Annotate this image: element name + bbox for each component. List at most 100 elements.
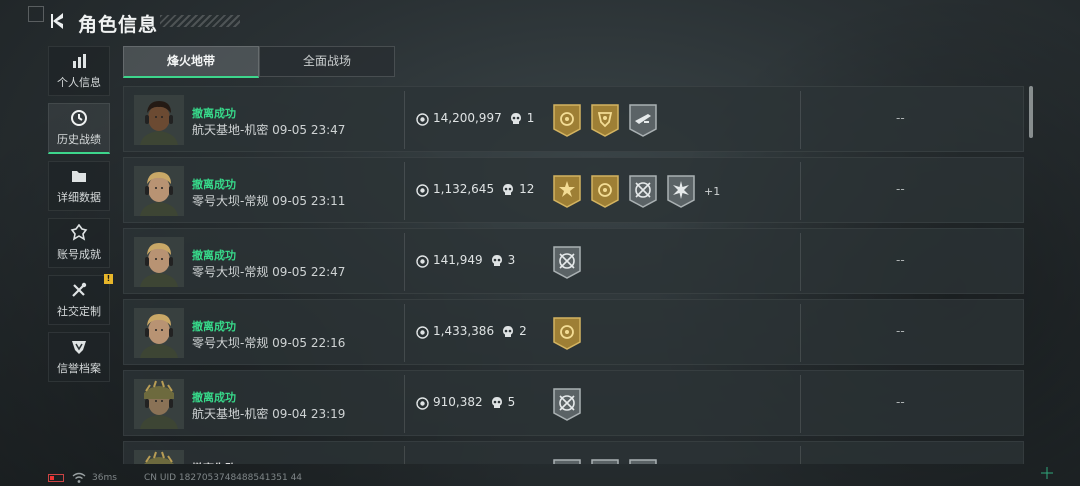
result-placeholder: -- <box>896 111 905 125</box>
coin-icon <box>416 255 429 268</box>
loot-value: 910,382 <box>433 395 483 409</box>
column-divider <box>800 375 801 433</box>
clock-icon <box>71 110 87 126</box>
match-time: 09-05 23:11 <box>272 194 346 208</box>
map-and-time: 航天基地-机密 09-05 23:47 <box>192 121 345 138</box>
match-record-row[interactable]: 撤离成功 零号大坝-常规 09-05 22:16 1,433,386 2 -- <box>123 299 1024 365</box>
coin-icon <box>416 326 429 339</box>
column-divider <box>800 91 801 149</box>
skull-icon <box>491 397 502 408</box>
map-and-time: 航天基地-机密 09-04 23:19 <box>192 405 345 422</box>
gold-shield-medal-icon[interactable] <box>590 103 620 137</box>
shield-icon <box>72 341 86 354</box>
sidebar-item-label: 账号成就 <box>57 248 101 261</box>
operator-avatar <box>134 379 184 429</box>
bar-chart-icon <box>73 54 86 68</box>
medal-list: +1 <box>552 173 720 209</box>
column-divider <box>404 91 405 149</box>
match-record-row[interactable]: 撤离成功 零号大坝-常规 09-05 23:11 1,132,645 12 +1 -- <box>123 157 1024 223</box>
tab-hazard-zone[interactable]: 烽火地带 <box>123 46 259 78</box>
match-record-row[interactable]: 撤离成功 航天基地-机密 09-05 23:47 14,200,997 1 -- <box>123 86 1024 152</box>
column-divider <box>404 446 405 464</box>
map-and-time: 零号大坝-常规 09-05 22:16 <box>192 334 345 351</box>
column-divider <box>800 304 801 362</box>
sidebar-item-detailed-data[interactable]: 详细数据 <box>48 161 110 211</box>
map-name: 航天基地-机密 <box>192 123 269 137</box>
extraction-status: 撤离成功 <box>192 178 236 191</box>
kill-count: 1 <box>526 111 535 125</box>
emblem-icon <box>70 224 88 241</box>
sidebar-item-achievements[interactable]: 账号成就 <box>48 218 110 268</box>
operator-avatar <box>134 95 184 145</box>
loot-value: 141,949 <box>433 253 483 267</box>
match-record-row[interactable]: 撤离失败 <box>123 441 1024 464</box>
kill-count: 5 <box>507 395 516 409</box>
match-time: 09-05 23:47 <box>272 123 346 137</box>
ping-readout: 36ms <box>92 473 117 483</box>
sidebar-item-history[interactable]: 历史战绩 <box>48 103 110 154</box>
tab-full-battlefield[interactable]: 全面战场 <box>259 46 395 77</box>
medal-list <box>552 386 590 422</box>
sidebar-item-label: 社交定制 <box>57 305 101 318</box>
match-record-row[interactable]: 撤离成功 零号大坝-常规 09-05 22:47 141,949 3 -- <box>123 228 1024 294</box>
column-divider <box>800 233 801 291</box>
grey-reticle-medal-icon[interactable] <box>552 245 582 279</box>
sidebar-item-reputation[interactable]: 信誉档案 <box>48 332 110 382</box>
column-divider <box>800 446 801 464</box>
kill-count: 3 <box>507 253 516 267</box>
mode-tabs: 烽火地带 全面战场 <box>123 46 395 78</box>
map-and-time: 零号大坝-常规 09-05 22:47 <box>192 263 345 280</box>
column-divider <box>404 233 405 291</box>
operator-avatar <box>134 308 184 358</box>
sidebar-item-label: 详细数据 <box>57 191 101 204</box>
match-record-row[interactable]: 撤离成功 航天基地-机密 09-04 23:19 910,382 5 -- <box>123 370 1024 436</box>
match-history-list[interactable]: 撤离成功 航天基地-机密 09-05 23:47 14,200,997 1 -- 撤离成功… <box>123 86 1024 464</box>
map-name: 零号大坝-常规 <box>192 194 269 208</box>
sidebar-item-label: 信誉档案 <box>57 362 101 375</box>
extraction-status: 撤离失败 <box>192 460 236 464</box>
grey-reticle-medal-icon[interactable] <box>552 387 582 421</box>
grey-burst-medal-icon[interactable] <box>666 174 696 208</box>
gold-crosshair-medal-icon[interactable] <box>590 174 620 208</box>
gold-crosshair-medal-icon[interactable] <box>552 316 582 350</box>
back-arrow-icon[interactable] <box>48 10 70 32</box>
gold-crosshair-medal-icon[interactable] <box>552 103 582 137</box>
column-divider <box>800 162 801 220</box>
kill-count: 12 <box>519 182 535 196</box>
title-decoration <box>160 15 240 27</box>
medal-list <box>552 244 590 280</box>
medal-list <box>552 457 666 464</box>
grey-partial-medal-icon[interactable] <box>590 458 620 464</box>
skull-icon <box>503 326 514 337</box>
operator-avatar <box>134 450 184 464</box>
extraction-status: 撤离成功 <box>192 249 236 262</box>
scrollbar[interactable] <box>1029 86 1033 138</box>
operator-avatar <box>134 237 184 287</box>
sidebar-item-personal-info[interactable]: 个人信息 <box>48 46 110 96</box>
map-and-time: 零号大坝-常规 09-05 23:11 <box>192 192 345 209</box>
player-uid: CN UID 1827053748488541351 44 <box>144 473 303 483</box>
sidebar-item-social[interactable]: 社交定制 ! <box>48 274 113 325</box>
skull-icon <box>491 255 502 266</box>
result-placeholder: -- <box>896 324 905 338</box>
extraction-status: 撤离成功 <box>192 320 236 333</box>
skull-icon <box>510 113 521 124</box>
coin-icon <box>416 184 429 197</box>
map-name: 航天基地-机密 <box>192 407 269 421</box>
gold-star-medal-icon[interactable] <box>552 174 582 208</box>
grey-rifle-medal-icon[interactable] <box>628 103 658 137</box>
medal-list <box>552 102 666 138</box>
grey-reticle-medal-icon[interactable] <box>628 174 658 208</box>
more-medals-count[interactable]: +1 <box>704 185 720 198</box>
loot-value: 1,433,386 <box>433 324 495 338</box>
loot-value: 14,200,997 <box>433 111 502 125</box>
grey-partial-medal-icon[interactable] <box>552 458 582 464</box>
grey-partial-medal-icon[interactable] <box>628 458 658 464</box>
status-footer: 36ms CN UID 1827053748488541351 44 <box>0 470 1080 486</box>
coin-icon <box>416 397 429 410</box>
sidebar: 个人信息 历史战绩 详细数据 账号成就 社交定制 ! 信誉档案 <box>48 46 113 389</box>
header: 角色信息 <box>0 0 1080 44</box>
match-time: 09-04 23:19 <box>272 407 346 421</box>
match-time: 09-05 22:16 <box>272 336 346 350</box>
result-placeholder: -- <box>896 395 905 409</box>
